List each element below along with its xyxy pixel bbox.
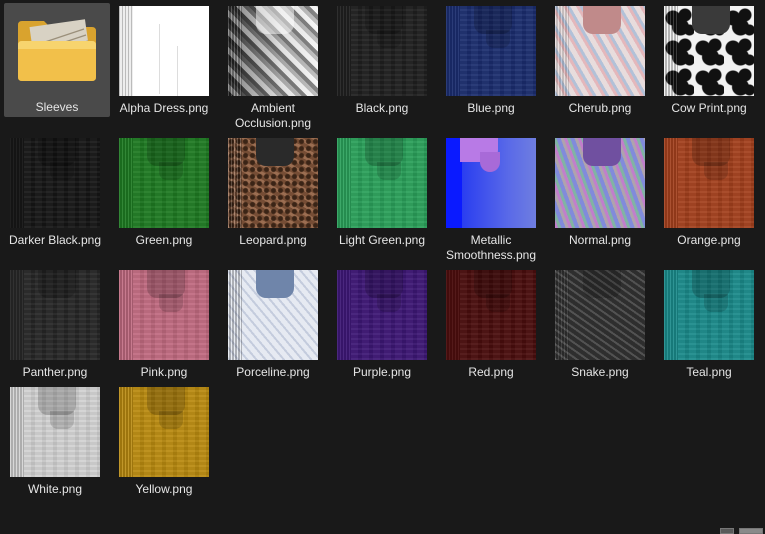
folder-icon xyxy=(18,19,96,81)
image-thumbnail xyxy=(228,6,318,96)
file-name: Yellow.png xyxy=(135,482,193,496)
file-name: Cherub.png xyxy=(568,101,632,115)
image-thumbnail xyxy=(337,6,427,96)
image-thumbnail xyxy=(664,270,754,360)
folder-tile-sleeves[interactable]: Sleeves xyxy=(4,3,110,117)
file-name: White.png xyxy=(27,482,83,496)
image-thumbnail xyxy=(10,138,100,228)
file-name: Teal.png xyxy=(686,365,732,379)
image-thumbnail xyxy=(119,270,209,360)
file-name: Alpha Dress.png xyxy=(119,101,209,115)
image-thumbnail xyxy=(119,6,209,96)
image-thumbnail xyxy=(119,138,209,228)
image-thumbnail xyxy=(555,270,645,360)
file-name: Black.png xyxy=(355,101,409,115)
file-name: Blue.png xyxy=(467,101,515,115)
file-name: Porceline.png xyxy=(236,365,310,379)
file-name: Snake.png xyxy=(571,365,629,379)
file-name: Metallic Smoothness.png xyxy=(445,233,537,262)
file-name: Ambient Occlusion.png xyxy=(234,101,312,130)
image-thumbnail xyxy=(10,270,100,360)
large-icons-view-button[interactable] xyxy=(739,528,763,534)
image-thumbnail xyxy=(228,270,318,360)
file-name: Orange.png xyxy=(677,233,741,247)
file-name: Sleeves xyxy=(35,100,79,114)
image-thumbnail xyxy=(337,270,427,360)
file-name: Purple.png xyxy=(352,365,412,379)
file-name: Cow Print.png xyxy=(671,101,747,115)
image-thumbnail xyxy=(337,138,427,228)
image-thumbnail xyxy=(446,6,536,96)
image-thumbnail xyxy=(228,138,318,228)
file-name: Darker Black.png xyxy=(8,233,102,247)
file-name: Pink.png xyxy=(140,365,188,379)
file-name: Normal.png xyxy=(568,233,632,247)
image-thumbnail xyxy=(10,387,100,477)
image-thumbnail xyxy=(555,6,645,96)
file-name: Light Green.png xyxy=(338,233,426,247)
image-thumbnail xyxy=(119,387,209,477)
file-explorer-grid: Sleeves Alpha Dress.png Ambient Occlusio… xyxy=(0,0,765,534)
file-name: Green.png xyxy=(135,233,193,247)
details-view-button[interactable] xyxy=(720,528,734,534)
file-name: Red.png xyxy=(468,365,514,379)
image-thumbnail xyxy=(664,138,754,228)
image-thumbnail xyxy=(555,138,645,228)
image-thumbnail xyxy=(446,270,536,360)
file-name: Panther.png xyxy=(22,365,88,379)
image-thumbnail xyxy=(664,6,754,96)
file-name: Leopard.png xyxy=(239,233,307,247)
image-thumbnail xyxy=(446,138,536,228)
status-bar xyxy=(0,524,765,534)
